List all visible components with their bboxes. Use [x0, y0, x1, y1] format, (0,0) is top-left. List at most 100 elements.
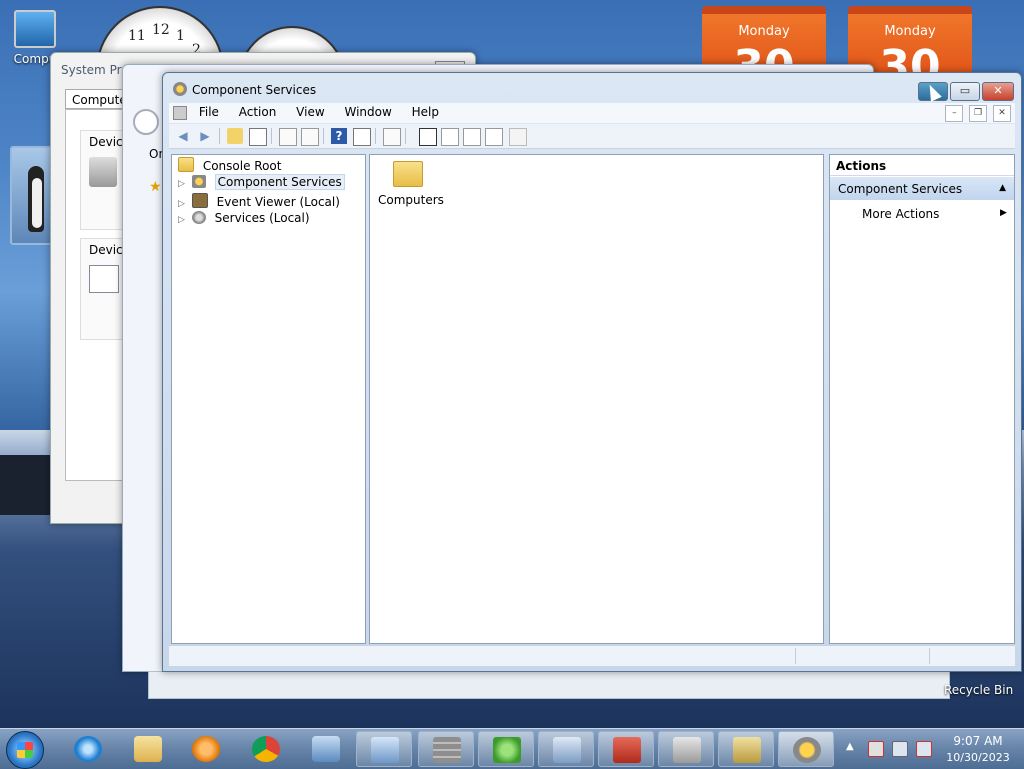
- show-hidden-icons-icon[interactable]: ▲: [846, 741, 854, 752]
- nav-circle-icon[interactable]: [133, 109, 159, 135]
- expand-arrow-icon[interactable]: ▷: [178, 199, 188, 209]
- taskbar-remote-desktop[interactable]: [298, 731, 354, 767]
- taskbar-system-properties[interactable]: [356, 731, 412, 767]
- tree-item-services[interactable]: ▷ Services (Local): [178, 211, 310, 228]
- taskbar-component-services[interactable]: [778, 731, 834, 767]
- component-services-window[interactable]: Component Services – ▭ ✕ File Action Vie…: [162, 72, 1022, 672]
- submenu-arrow-icon: ▶: [1000, 208, 1007, 218]
- action-more-actions[interactable]: More Actions ▶: [862, 207, 1007, 221]
- checklist-icon: [89, 265, 119, 293]
- calendar-day: Monday: [884, 24, 936, 39]
- status-divider: [929, 648, 930, 664]
- actions-header: Actions: [830, 155, 1014, 176]
- actions-pane: Actions Component Services ▲ More Action…: [829, 154, 1015, 644]
- taskbar-chrome[interactable]: [238, 731, 294, 767]
- taskbar-security[interactable]: [658, 731, 714, 767]
- tree-item-label: Event Viewer (Local): [216, 195, 340, 209]
- window-title: Component Services: [192, 83, 317, 97]
- view-icon[interactable]: [509, 128, 527, 146]
- taskbar: ▲ 9:07 AM 10/30/2023: [0, 728, 1024, 769]
- taskbar-action-center[interactable]: [538, 731, 594, 767]
- network-icon[interactable]: [892, 741, 908, 757]
- component-services-icon: [173, 82, 187, 96]
- tree-item-component-services[interactable]: ▷ Component Services: [178, 174, 345, 192]
- taskbar-sync-center[interactable]: [478, 731, 534, 767]
- list-view-icon[interactable]: [463, 128, 481, 146]
- toolbar: ◀ ▶ ?: [169, 124, 1015, 149]
- mdi-close-button[interactable]: ✕: [993, 105, 1011, 122]
- taskbar-media-player[interactable]: [178, 731, 234, 767]
- result-pane: Computers: [369, 154, 824, 644]
- clock-number: 11: [128, 28, 146, 44]
- component-services-icon: [191, 175, 206, 188]
- show-hide-tree-icon[interactable]: [249, 128, 267, 146]
- collapse-arrow-icon[interactable]: ▲: [999, 183, 1006, 193]
- clock-number: 12: [152, 22, 170, 38]
- toolbar-separator: [375, 128, 376, 144]
- drive-icon: [733, 737, 761, 763]
- event-viewer-icon: [191, 193, 208, 208]
- tree-item-label: Console Root: [202, 159, 282, 173]
- taskbar-drives[interactable]: [718, 731, 774, 767]
- action-center-flag-icon[interactable]: [868, 741, 884, 757]
- actions-section-label: Component Services: [838, 182, 963, 196]
- clock-number: 1: [176, 28, 185, 44]
- penguin-belly: [32, 178, 42, 228]
- volume-muted-icon[interactable]: [916, 741, 932, 757]
- menu-action[interactable]: Action: [231, 103, 285, 119]
- sync-icon: [493, 737, 521, 763]
- expand-arrow-icon[interactable]: ▷: [178, 179, 188, 189]
- menu-window[interactable]: Window: [336, 103, 399, 119]
- component-services-icon: [793, 737, 821, 763]
- clock-date[interactable]: 10/30/2023: [942, 751, 1014, 764]
- list-item-computers[interactable]: Computers: [378, 161, 444, 207]
- background-window-strip: [148, 671, 950, 699]
- tree-item-console-root[interactable]: Console Root: [178, 157, 281, 174]
- maximize-button[interactable]: ▭: [950, 82, 980, 101]
- mdi-minimize-button[interactable]: –: [945, 105, 964, 122]
- small-icons-view-icon[interactable]: [441, 128, 459, 146]
- star-icon: ★: [149, 179, 162, 195]
- up-folder-icon[interactable]: [227, 128, 243, 144]
- mdi-restore-button[interactable]: ❐: [969, 105, 988, 122]
- actions-section-component-services[interactable]: Component Services ▲: [830, 177, 1014, 200]
- tree-item-label: Component Services: [214, 174, 345, 190]
- system-tray: ▲ 9:07 AM 10/30/2023: [842, 729, 1024, 769]
- action-label: More Actions: [862, 207, 940, 221]
- start-button[interactable]: [6, 731, 44, 769]
- export-list-icon[interactable]: [383, 128, 401, 146]
- menu-view[interactable]: View: [288, 103, 332, 119]
- desktop-icon-recycle-bin[interactable]: Recycle Bin: [944, 683, 1013, 697]
- properties-icon[interactable]: [279, 128, 297, 146]
- taskbar-internet-explorer[interactable]: [60, 731, 116, 767]
- shield-icon: [673, 737, 701, 763]
- title-bar[interactable]: Component Services – ▭ ✕: [163, 73, 1021, 105]
- toolbar-separator: [219, 128, 220, 144]
- help-icon[interactable]: ?: [331, 128, 347, 144]
- forward-arrow-icon[interactable]: ▶: [197, 128, 213, 144]
- tree-item-label: Services (Local): [214, 211, 310, 225]
- firewall-icon: [433, 737, 461, 763]
- document-icon[interactable]: [173, 105, 187, 120]
- toolbar-separator: [323, 128, 324, 144]
- action-pane-icon[interactable]: [353, 128, 371, 146]
- recycle-bin-label: Recycle Bin: [944, 683, 1014, 697]
- menu-help[interactable]: Help: [404, 103, 447, 119]
- taskbar-toolbox[interactable]: [598, 731, 654, 767]
- toolbar-separator: [405, 128, 406, 144]
- detail-view-icon[interactable]: [485, 128, 503, 146]
- large-icons-view-icon[interactable]: [419, 128, 437, 146]
- tree-item-event-viewer[interactable]: ▷ Event Viewer (Local): [178, 193, 340, 210]
- menu-file[interactable]: File: [191, 103, 227, 119]
- status-bar: [169, 645, 1015, 666]
- taskbar-file-explorer[interactable]: [120, 731, 176, 767]
- console-tree: Console Root ▷ Component Services ▷ Even…: [171, 154, 366, 644]
- close-button[interactable]: ✕: [982, 82, 1014, 101]
- taskbar-firewall[interactable]: [418, 731, 474, 767]
- back-arrow-icon[interactable]: ◀: [175, 128, 191, 144]
- expand-arrow-icon[interactable]: ▷: [178, 215, 188, 225]
- clock-time[interactable]: 9:07 AM: [942, 734, 1014, 748]
- refresh-icon[interactable]: [301, 128, 319, 146]
- system-icon: [371, 737, 399, 763]
- internet-explorer-icon: [74, 736, 102, 762]
